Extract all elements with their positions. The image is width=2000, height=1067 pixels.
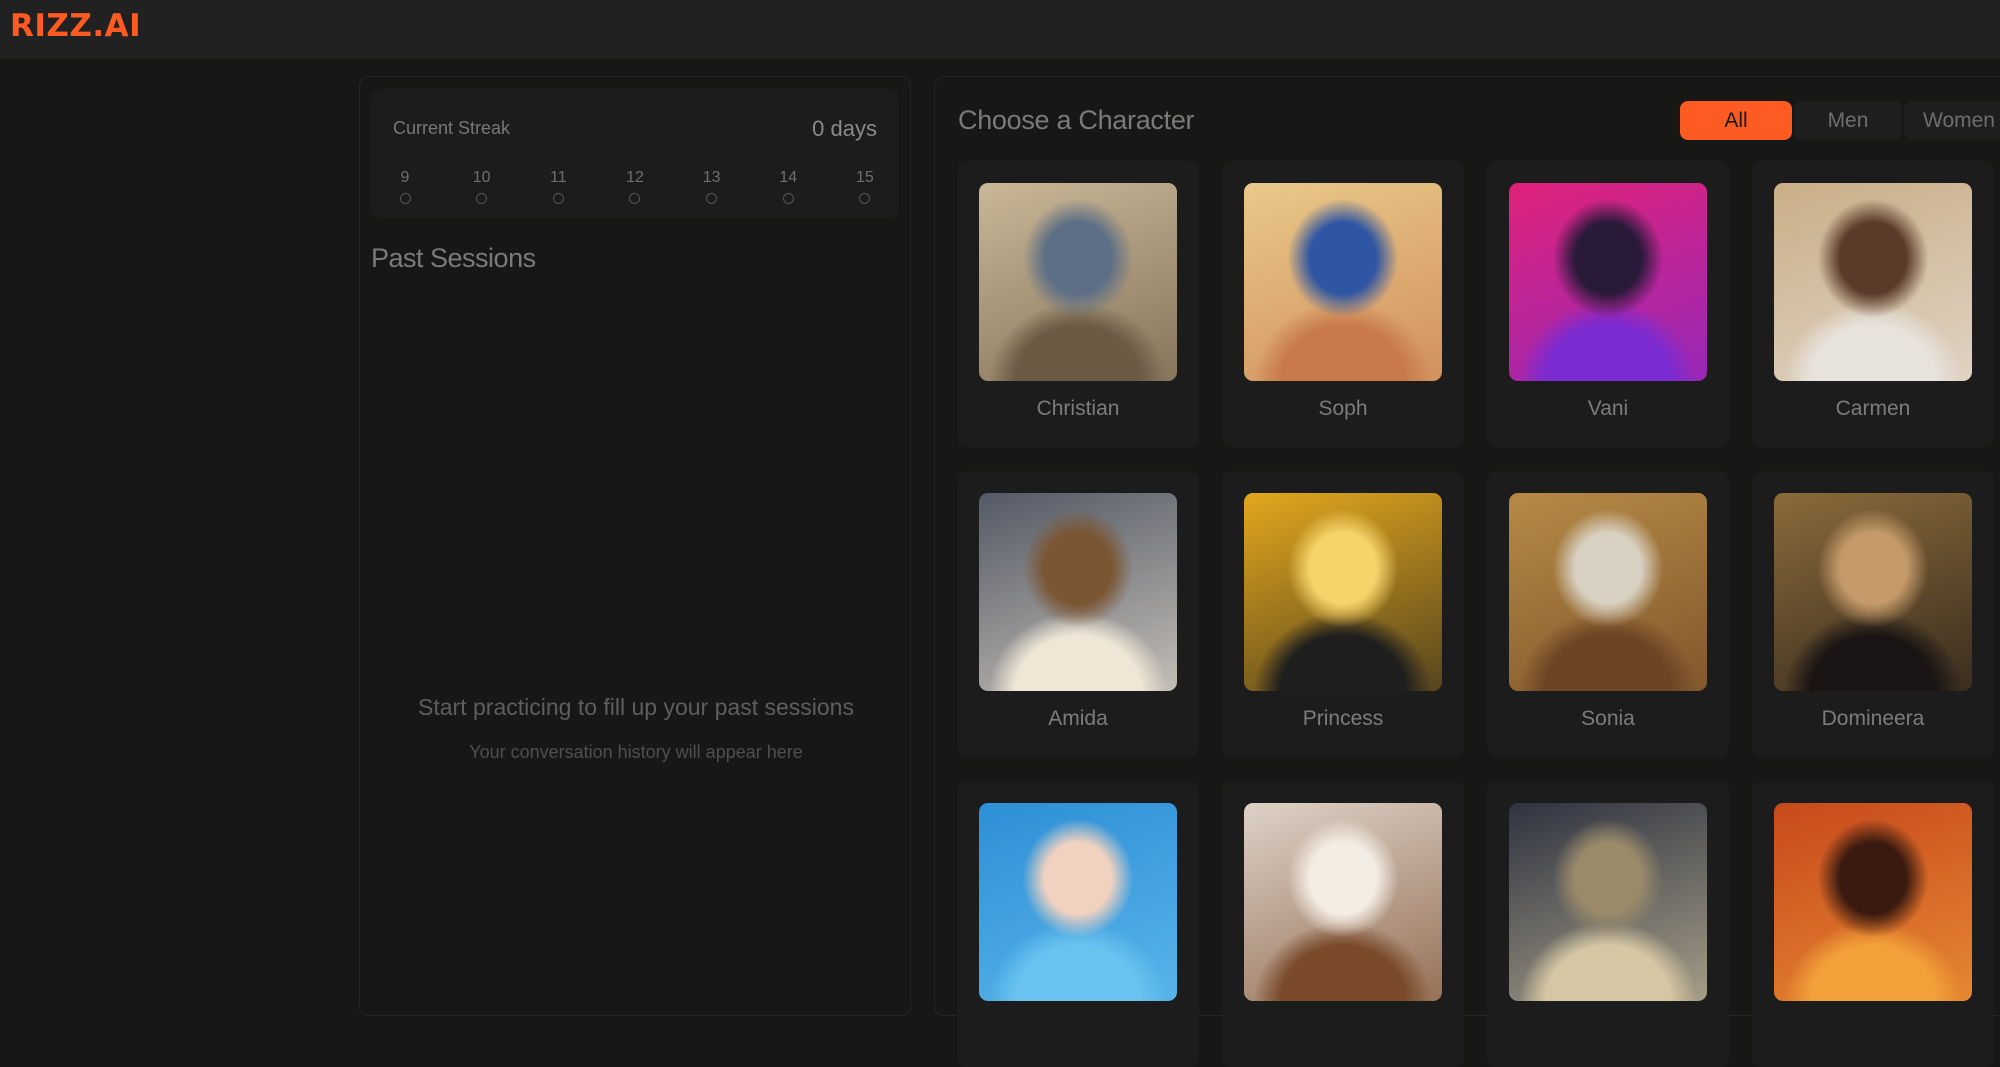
streak-day-indicator bbox=[552, 193, 564, 204]
streak-day-indicator bbox=[706, 193, 718, 204]
character-portrait bbox=[1509, 803, 1707, 1001]
filter-all-button[interactable]: All bbox=[1680, 101, 1792, 140]
filter-men-button[interactable]: Men bbox=[1794, 101, 1902, 140]
character-card[interactable] bbox=[1222, 781, 1464, 1067]
character-portrait bbox=[1774, 183, 1972, 381]
streak-card: Current Streak 0 days 9 10 11 12 13 14 15 bbox=[371, 89, 899, 218]
character-card[interactable]: Carmen bbox=[1752, 161, 1994, 447]
character-portrait bbox=[1244, 183, 1442, 381]
character-card[interactable] bbox=[957, 781, 1199, 1067]
character-card[interactable]: Soph bbox=[1222, 161, 1464, 447]
character-card[interactable]: Princess bbox=[1222, 471, 1464, 757]
character-card[interactable]: Amida bbox=[957, 471, 1199, 757]
streak-day: 11 bbox=[546, 169, 570, 204]
streak-day-number: 9 bbox=[400, 169, 410, 186]
character-grid: Christian Soph Vani Carmen Amida Princess Soni… bbox=[957, 161, 1994, 1067]
streak-day-indicator bbox=[629, 193, 641, 204]
past-sessions-title: Past Sessions bbox=[371, 243, 536, 273]
streak-day-number: 13 bbox=[702, 169, 721, 186]
streak-day-number: 14 bbox=[779, 169, 798, 186]
character-name: Carmen bbox=[1835, 397, 1911, 420]
character-portrait bbox=[979, 493, 1177, 691]
top-header: RIZZ.AI bbox=[0, 0, 2000, 59]
streak-day-indicator bbox=[782, 193, 794, 204]
character-card[interactable]: Vani bbox=[1487, 161, 1729, 447]
character-name: Princess bbox=[1302, 707, 1384, 730]
svg-text:RIZZ.AI: RIZZ.AI bbox=[10, 8, 141, 40]
character-name: Vani bbox=[1587, 397, 1629, 420]
streak-day: 10 bbox=[470, 169, 494, 204]
streak-day: 15 bbox=[853, 169, 877, 204]
streak-value: 0 days bbox=[812, 116, 877, 141]
character-portrait bbox=[979, 803, 1177, 1001]
character-name: Amida bbox=[1048, 707, 1108, 730]
empty-state-subtitle: Your conversation history will appear he… bbox=[469, 742, 803, 762]
character-name: Christian bbox=[1036, 397, 1120, 420]
empty-state-title: Start practicing to fill up your past se… bbox=[418, 694, 854, 720]
filter-women-button[interactable]: Women bbox=[1904, 101, 2000, 140]
character-card[interactable]: Sonia bbox=[1487, 471, 1729, 757]
streak-days: 9 10 11 12 13 14 15 bbox=[393, 169, 877, 204]
character-name: Domineera bbox=[1821, 707, 1925, 730]
character-portrait bbox=[1509, 493, 1707, 691]
character-card[interactable] bbox=[1487, 781, 1729, 1067]
character-card[interactable]: Domineera bbox=[1752, 471, 1994, 757]
character-portrait bbox=[1244, 493, 1442, 691]
streak-day-indicator bbox=[859, 193, 871, 204]
streak-day-indicator bbox=[476, 193, 488, 204]
character-portrait bbox=[1244, 803, 1442, 1001]
character-portrait bbox=[1509, 183, 1707, 381]
gender-filter: All Men Women bbox=[1680, 101, 2000, 140]
character-portrait bbox=[1774, 493, 1972, 691]
character-card[interactable]: Christian bbox=[957, 161, 1199, 447]
streak-day-number: 11 bbox=[550, 169, 567, 186]
streak-day-number: 15 bbox=[856, 169, 874, 186]
left-panel: Current Streak 0 days 9 10 11 12 13 14 15 Past… bbox=[359, 76, 911, 1016]
streak-day-number: 12 bbox=[626, 169, 644, 186]
streak-day-number: 10 bbox=[472, 169, 491, 186]
rizz-ai-logo[interactable]: RIZZ.AI bbox=[10, 8, 160, 40]
character-name: Soph bbox=[1318, 397, 1368, 420]
streak-day: 9 bbox=[393, 169, 417, 204]
character-name: Sonia bbox=[1581, 707, 1635, 730]
choose-character-title: Choose a Character bbox=[958, 105, 1195, 135]
character-portrait bbox=[1774, 803, 1972, 1001]
streak-day: 14 bbox=[776, 169, 800, 204]
character-card[interactable] bbox=[1752, 781, 1994, 1067]
streak-day-indicator bbox=[399, 193, 411, 204]
streak-day: 13 bbox=[700, 169, 724, 204]
streak-label: Current Streak bbox=[393, 118, 511, 138]
character-portrait bbox=[979, 183, 1177, 381]
character-panel: Choose a Character All Men Women Christi… bbox=[934, 76, 2000, 1067]
streak-day: 12 bbox=[623, 169, 647, 204]
